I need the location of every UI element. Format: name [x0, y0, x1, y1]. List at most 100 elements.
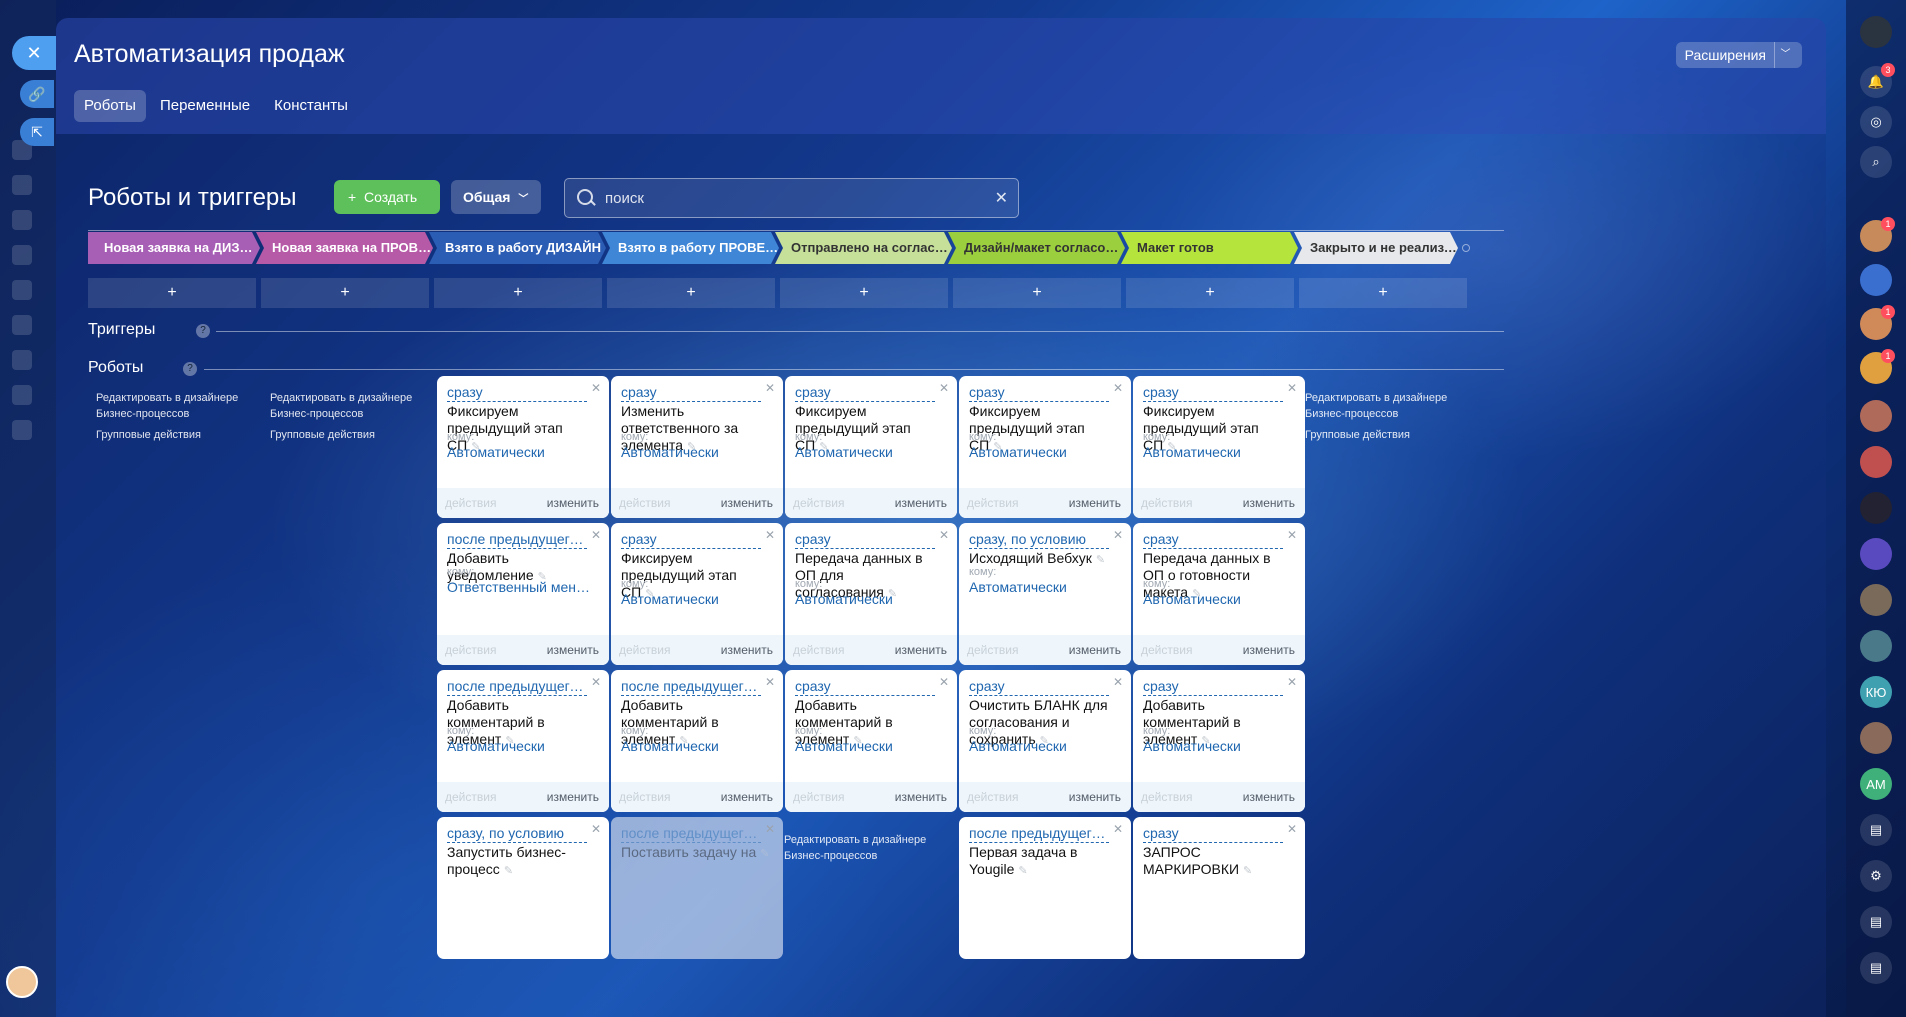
- add-trigger-button[interactable]: +: [1126, 278, 1294, 308]
- add-trigger-button[interactable]: +: [780, 278, 948, 308]
- settings-icon[interactable]: ⚙: [1860, 860, 1892, 892]
- robot-delay-link[interactable]: сразу: [621, 531, 761, 549]
- robot-edit-link[interactable]: изменить: [1069, 643, 1121, 657]
- robot-actions-link[interactable]: действия: [619, 643, 670, 657]
- stage-column[interactable]: Новая заявка на ДИЗАЙН: [88, 232, 260, 264]
- stage-column[interactable]: Взято в работу ПРОВЕРКА: [602, 232, 779, 264]
- search-chat-icon[interactable]: ⌕: [1860, 146, 1892, 178]
- robot-card[interactable]: сразу ✕ Фиксируем предыдущий этап СП ✎ кому:…: [785, 376, 957, 518]
- chat-avatar[interactable]: 1: [1860, 305, 1895, 340]
- robot-responsible[interactable]: Автоматически: [969, 738, 1119, 754]
- add-trigger-button[interactable]: +: [953, 278, 1121, 308]
- robot-card[interactable]: сразу ✕ Фиксируем предыдущий этап СП ✎ кому:…: [1133, 376, 1305, 518]
- stage-column[interactable]: Новая заявка на ПРОВЕ...: [256, 232, 433, 264]
- chat-avatar[interactable]: [1860, 492, 1892, 524]
- copilot-icon[interactable]: ◎: [1860, 106, 1892, 138]
- delete-robot-icon[interactable]: ✕: [1287, 822, 1297, 836]
- robot-delay-link[interactable]: сразу: [969, 384, 1109, 402]
- group-actions-link[interactable]: Групповые действия: [96, 427, 201, 443]
- robot-card[interactable]: сразу, по условию ✕ Исходящий Вебхук ✎ кому:…: [959, 523, 1131, 665]
- robot-actions-link[interactable]: действия: [619, 790, 670, 804]
- robot-card[interactable]: сразу ✕ Добавить комментарий в элемент ✎ ком…: [785, 670, 957, 812]
- close-slider-button[interactable]: ✕: [12, 36, 56, 70]
- delete-robot-icon[interactable]: ✕: [939, 528, 949, 542]
- chat-avatar[interactable]: [1860, 630, 1892, 662]
- user-avatar[interactable]: [6, 966, 38, 998]
- robot-responsible[interactable]: Ответственный менед...: [447, 579, 597, 595]
- robot-responsible[interactable]: Автоматически: [1143, 738, 1293, 754]
- robot-card[interactable]: сразу, по условию ✕ Запустить бизнес-проце…: [437, 817, 609, 959]
- robot-edit-link[interactable]: изменить: [1243, 790, 1295, 804]
- robot-edit-link[interactable]: изменить: [1243, 496, 1295, 510]
- robot-delay-link[interactable]: сразу: [795, 384, 935, 402]
- robot-actions-link[interactable]: действия: [1141, 790, 1192, 804]
- edit-in-designer-link[interactable]: Редактировать в дизайнере Бизнес-процесс…: [96, 390, 246, 422]
- robot-card[interactable]: сразу ✕ Фиксируем предыдущий этап СП ✎ кому:…: [437, 376, 609, 518]
- robot-edit-link[interactable]: изменить: [721, 643, 773, 657]
- robot-delay-link[interactable]: сразу: [1143, 825, 1283, 843]
- robot-card[interactable]: сразу ✕ Фиксируем предыдущий этап СП ✎ кому:…: [959, 376, 1131, 518]
- robot-delay-link[interactable]: сразу: [1143, 384, 1283, 402]
- clear-search-icon[interactable]: ✕: [995, 188, 1008, 208]
- robot-delay-link[interactable]: сразу: [1143, 678, 1283, 696]
- open-new-window-button[interactable]: ⇱: [20, 118, 54, 146]
- delete-robot-icon[interactable]: ✕: [939, 675, 949, 689]
- help-icon[interactable]: ?: [183, 362, 197, 376]
- group-actions-link[interactable]: Групповые действия: [270, 427, 375, 443]
- robot-responsible[interactable]: Автоматически: [969, 444, 1119, 460]
- stage-column[interactable]: Взято в работу ДИЗАЙН: [429, 232, 606, 264]
- robot-actions-link[interactable]: действия: [445, 643, 496, 657]
- robot-card[interactable]: сразу ✕ Добавить комментарий в элемент ✎ ком…: [1133, 670, 1305, 812]
- chat-avatar[interactable]: 1: [1860, 349, 1895, 384]
- robot-actions-link[interactable]: действия: [967, 643, 1018, 657]
- robot-responsible[interactable]: Автоматически: [621, 738, 771, 754]
- robot-actions-link[interactable]: действия: [445, 496, 496, 510]
- edit-pencil-icon[interactable]: ✎: [1243, 865, 1252, 877]
- robot-card[interactable]: сразу ✕ Изменить ответственного за элемент…: [611, 376, 783, 518]
- stage-column[interactable]: Дизайн/макет согласован: [948, 232, 1125, 264]
- chat-avatar[interactable]: [1860, 584, 1892, 616]
- contacts-icon[interactable]: ▤: [1860, 814, 1892, 846]
- add-trigger-button[interactable]: +: [261, 278, 429, 308]
- task-icon[interactable]: [12, 245, 32, 265]
- tab-variables[interactable]: Переменные: [150, 90, 260, 122]
- chat-avatar[interactable]: [1860, 264, 1892, 296]
- add-trigger-button[interactable]: +: [607, 278, 775, 308]
- stage-column[interactable]: Закрыто и не реализо...: [1294, 232, 1458, 264]
- edit-pencil-icon[interactable]: ✎: [760, 848, 769, 860]
- robot-title[interactable]: ЗАПРОС МАРКИРОВКИ ✎: [1143, 844, 1293, 880]
- delete-robot-icon[interactable]: ✕: [765, 381, 775, 395]
- robot-delay-link[interactable]: сразу: [969, 678, 1109, 696]
- robot-title[interactable]: Первая задача в Yougile ✎: [969, 844, 1119, 880]
- tab-robots[interactable]: Роботы: [74, 90, 146, 122]
- chat-avatar[interactable]: [1860, 446, 1892, 478]
- robot-delay-link[interactable]: сразу, по условию: [969, 531, 1109, 549]
- chat-avatar[interactable]: [1860, 538, 1892, 570]
- robot-card[interactable]: после предыдущего, по ... ✕ Первая задача …: [959, 817, 1131, 959]
- robot-card[interactable]: после предыдущего, по ...✕Добавить комме…: [611, 670, 783, 812]
- drive-icon[interactable]: [12, 315, 32, 335]
- edit-pencil-icon[interactable]: ✎: [504, 865, 513, 877]
- robot-responsible[interactable]: Автоматически: [969, 579, 1119, 595]
- robot-edit-link[interactable]: изменить: [895, 496, 947, 510]
- delete-robot-icon[interactable]: ✕: [591, 381, 601, 395]
- robot-delay-link[interactable]: после предыдущего, по ...: [447, 678, 587, 696]
- delete-robot-icon[interactable]: ✕: [765, 675, 775, 689]
- robot-delay-link[interactable]: после предыдущего, по ...: [447, 531, 587, 549]
- delete-robot-icon[interactable]: ✕: [765, 528, 775, 542]
- chat-avatar[interactable]: КЮ: [1860, 676, 1892, 708]
- stage-column[interactable]: Макет готов: [1121, 232, 1298, 264]
- delete-robot-icon[interactable]: ✕: [765, 822, 775, 836]
- create-button[interactable]: + Создать: [334, 180, 440, 214]
- delete-robot-icon[interactable]: ✕: [1287, 381, 1297, 395]
- chevron-down-icon[interactable]: ﹀: [1774, 42, 1796, 68]
- delete-robot-icon[interactable]: ✕: [1287, 675, 1297, 689]
- add-trigger-button[interactable]: +: [1299, 278, 1467, 308]
- robot-card[interactable]: сразу ✕ Передача данных в ОП для согласова…: [785, 523, 957, 665]
- help-icon[interactable]: ?: [196, 324, 210, 338]
- robot-actions-link[interactable]: действия: [1141, 643, 1192, 657]
- calendar-icon[interactable]: [12, 350, 32, 370]
- robot-edit-link[interactable]: изменить: [895, 790, 947, 804]
- robot-card[interactable]: сразу ✕ Фиксируем предыдущий этап СП ✎ кому:…: [611, 523, 783, 665]
- chat-avatar[interactable]: АМ: [1860, 768, 1892, 800]
